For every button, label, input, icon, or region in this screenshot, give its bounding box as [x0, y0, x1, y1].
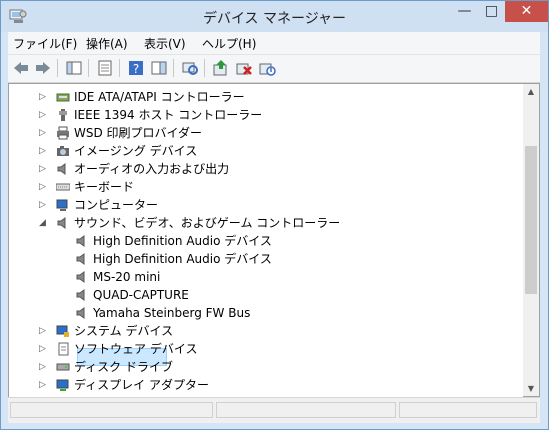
scrollbar-thumb[interactable] — [525, 146, 537, 294]
svg-text:?: ? — [133, 62, 139, 76]
tree-item-label: ソフトウェア デバイス — [74, 342, 198, 356]
tree-item-label: オーディオの入力および出力 — [74, 162, 230, 176]
tree-item-label: WSD 印刷プロバイダー — [74, 126, 203, 140]
speaker-icon — [76, 235, 85, 247]
speaker-icon — [76, 307, 85, 319]
tree-item-label: IDE ATA/ATAPI コントローラー — [74, 90, 245, 104]
help-icon[interactable]: ? — [127, 59, 145, 77]
tree-item-label: High Definition Audio デバイス — [93, 252, 272, 266]
expand-arrow-icon[interactable]: ▷ — [39, 106, 49, 124]
toolbar-separator — [88, 59, 89, 77]
disk-drive-icon — [56, 363, 70, 371]
menu-bar: ファイル(F) 操作(A) 表示(V) ヘルプ(H) — [8, 32, 540, 55]
menu-action[interactable]: 操作(A) — [86, 35, 128, 52]
speaker-icon — [76, 271, 85, 283]
speaker-icon — [76, 253, 85, 265]
tree-item-label: IEEE 1394 ホスト コントローラー — [74, 108, 263, 122]
scroll-up-arrow-icon[interactable]: ▲ — [523, 84, 539, 100]
uninstall-icon[interactable] — [235, 59, 253, 77]
update-driver-icon[interactable] — [212, 59, 230, 77]
enable-device-icon[interactable] — [258, 59, 276, 77]
expand-arrow-icon[interactable]: ▷ — [39, 160, 49, 178]
toolbar-separator — [57, 59, 58, 77]
action-pane-icon[interactable] — [150, 59, 168, 77]
status-bar — [8, 397, 540, 423]
status-pane — [216, 402, 396, 418]
tree-item-label: サウンド、ビデオ、およびゲーム コントローラー — [74, 216, 341, 230]
tree-item-label: ディスプレイ アダプター — [74, 378, 209, 392]
tree-item-label: システム デバイス — [74, 324, 174, 338]
tree-item-label: QUAD-CAPTURE — [93, 288, 189, 302]
expand-arrow-icon[interactable]: ▷ — [39, 178, 49, 196]
toolbar-separator — [204, 59, 205, 77]
status-pane — [10, 402, 213, 418]
expand-arrow-icon[interactable]: ▷ — [39, 196, 49, 214]
toolbar-separator — [173, 59, 174, 77]
toolbar: ? — [8, 55, 540, 83]
expand-arrow-icon[interactable]: ▷ — [39, 358, 49, 376]
software-device-icon — [58, 342, 69, 356]
menu-file[interactable]: ファイル(F) — [13, 35, 77, 52]
keyboard-icon — [56, 183, 70, 191]
tree-item-label: MS-20 mini — [93, 270, 161, 284]
speaker-icon — [57, 217, 66, 229]
ieee1394-icon — [59, 109, 67, 121]
system-device-icon — [56, 325, 69, 337]
tree-item-label: キーボード — [74, 180, 135, 194]
back-arrow-icon[interactable] — [12, 59, 30, 77]
expand-arrow-icon[interactable]: ▷ — [39, 376, 49, 394]
expand-arrow-icon[interactable]: ▷ — [39, 322, 49, 340]
ide-controller-icon — [56, 93, 70, 102]
scroll-down-arrow-icon[interactable]: ▼ — [523, 381, 539, 397]
display-adapter-icon — [56, 379, 69, 391]
printer-icon — [57, 126, 69, 140]
expand-arrow-icon[interactable]: ▷ — [39, 142, 49, 160]
status-pane — [399, 402, 537, 418]
tree-item-label: High Definition Audio デバイス — [93, 234, 272, 248]
expand-arrow-icon[interactable]: ▷ — [39, 340, 49, 358]
maximize-button[interactable]: □ — [478, 1, 505, 22]
forward-arrow-icon[interactable] — [34, 59, 52, 77]
collapse-arrow-icon[interactable]: ◢ — [39, 214, 49, 232]
menu-view[interactable]: 表示(V) — [144, 35, 186, 52]
device-tree[interactable]: ▷ IDE ATA/ATAPI コントローラー ▷ IEEE 1394 ホスト … — [8, 83, 524, 399]
close-button[interactable]: ✕ — [505, 1, 548, 22]
tree-item-label: Yamaha Steinberg FW Bus — [93, 306, 251, 320]
speaker-icon — [76, 289, 85, 301]
computer-icon — [56, 199, 68, 211]
tree-item-label: イメージング デバイス — [74, 144, 198, 158]
minimize-button[interactable]: — — [451, 1, 478, 22]
show-hide-console-tree-icon[interactable] — [65, 59, 83, 77]
camera-icon — [57, 146, 69, 156]
title-bar[interactable]: デバイス マネージャー — □ ✕ — [1, 1, 548, 32]
device-manager-window: デバイス マネージャー — □ ✕ ファイル(F) 操作(A) 表示(V) ヘル… — [0, 0, 549, 430]
tree-item-label: コンピューター — [74, 198, 159, 212]
scan-hardware-icon[interactable] — [181, 59, 199, 77]
speaker-icon — [57, 163, 66, 175]
expand-arrow-icon[interactable]: ▷ — [39, 88, 49, 106]
menu-help[interactable]: ヘルプ(H) — [202, 35, 256, 52]
vertical-scrollbar[interactable]: ▲ ▼ — [523, 83, 540, 397]
toolbar-separator — [119, 59, 120, 77]
expand-arrow-icon[interactable]: ▷ — [39, 124, 49, 142]
properties-icon[interactable] — [96, 59, 114, 77]
tree-item-label: ディスク ドライブ — [74, 360, 173, 374]
